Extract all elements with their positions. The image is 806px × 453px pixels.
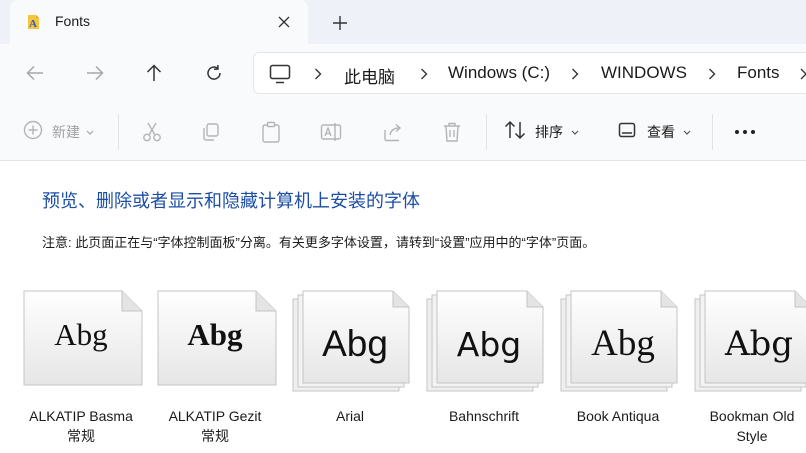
up-arrow-icon[interactable] — [139, 58, 169, 88]
font-name-line: ALKATIP Gezit — [168, 408, 262, 424]
view-layout-icon — [618, 122, 636, 143]
toolbar-separator — [118, 114, 119, 150]
font-name: Arial — [283, 406, 417, 426]
font-item-arial[interactable]: Abg Arial — [283, 289, 417, 453]
view-label: 查看 — [647, 124, 675, 140]
more-options-icon[interactable] — [734, 120, 756, 144]
back-arrow-icon[interactable] — [20, 58, 50, 88]
font-name: ALKATIP Gezit 常规 — [148, 406, 282, 446]
sort-arrows-icon — [504, 120, 526, 145]
paste-icon[interactable] — [261, 120, 281, 144]
new-button[interactable]: 新建 — [23, 120, 94, 144]
chevron-right-icon[interactable] — [311, 65, 325, 83]
copy-icon[interactable] — [201, 120, 221, 144]
font-name: Bookman Old Style — [685, 406, 806, 446]
font-style-line: 常规 — [67, 428, 95, 444]
font-item-book-antiqua[interactable]: Abg Book Antiqua — [551, 289, 685, 453]
font-name: Book Antiqua — [551, 406, 685, 426]
share-icon[interactable] — [382, 120, 404, 144]
font-name: Bahnschrift — [417, 406, 551, 426]
font-item-bookman-old-style[interactable]: Abg Bookman Old Style — [685, 289, 806, 453]
font-sample-text: Abg — [724, 324, 793, 364]
font-preview-thumbnail: Abg — [157, 290, 277, 386]
font-preview-thumbnail: Abg — [426, 290, 544, 392]
font-item-alkatip-gezit[interactable]: Abg ALKATIP Gezit 常规 — [148, 289, 282, 453]
font-sample-text: Abg — [457, 325, 521, 364]
refresh-icon[interactable] — [199, 58, 229, 88]
chevron-down-icon — [86, 123, 94, 141]
sort-button[interactable]: 排序 — [504, 120, 579, 144]
font-preview-thumbnail: Abg — [694, 290, 806, 392]
font-item-alkatip-basma[interactable]: Abg ALKATIP Basma 常规 — [14, 289, 148, 453]
sort-label: 排序 — [535, 124, 563, 140]
font-sample-text: Abg — [591, 323, 655, 364]
font-name-line: Bookman Old — [709, 408, 795, 424]
tab-title: Fonts — [55, 13, 91, 29]
font-style-line: 常规 — [201, 428, 229, 444]
new-tab-plus-icon[interactable] — [327, 10, 353, 36]
font-style-line: Style — [736, 428, 768, 444]
chevron-right-icon[interactable] — [568, 65, 582, 83]
tab-fonts[interactable]: A Fonts — [10, 0, 308, 44]
font-name-line: Arial — [335, 408, 364, 424]
font-name-line: Book Antiqua — [576, 408, 660, 424]
delete-trash-icon[interactable] — [442, 120, 462, 144]
breadcrumb-fonts[interactable]: Fonts — [737, 63, 780, 83]
font-name: ALKATIP Basma 常规 — [14, 406, 148, 446]
add-circle-icon — [23, 120, 43, 145]
chevron-down-icon — [683, 123, 691, 141]
font-name-line: ALKATIP Basma — [29, 408, 133, 424]
chevron-right-icon[interactable] — [417, 65, 431, 83]
toolbar-separator — [712, 114, 713, 150]
toolbar-separator — [486, 114, 487, 150]
font-sample-text: Abg — [187, 317, 243, 352]
close-icon[interactable] — [800, 67, 806, 85]
close-icon[interactable] — [272, 10, 296, 34]
font-preview-thumbnail: Abg — [292, 290, 410, 392]
page-heading: 预览、删除或者显示和隐藏计算机上安装的字体 — [42, 191, 420, 211]
font-preview-thumbnail: Abg — [560, 290, 678, 392]
page-note: 注意: 此页面正在与“字体控制面板”分离。有关更多字体设置，请转到“设置”应用中… — [42, 235, 596, 250]
breadcrumb-windows-drive[interactable]: Windows (C:) — [448, 63, 550, 83]
cut-icon[interactable] — [141, 120, 163, 144]
font-preview-thumbnail: Abg — [23, 290, 143, 386]
fonts-folder-icon: A — [24, 12, 44, 32]
command-bar: 新建 排序 查看 — [0, 102, 806, 161]
this-pc-monitor-icon[interactable] — [269, 64, 291, 89]
svg-text:A: A — [29, 18, 37, 30]
rename-icon[interactable] — [320, 120, 342, 144]
view-button[interactable]: 查看 — [618, 120, 691, 144]
font-sample-text: Abg — [54, 317, 107, 352]
new-label: 新建 — [52, 124, 80, 140]
forward-arrow-icon[interactable] — [80, 58, 110, 88]
chevron-right-icon[interactable] — [705, 65, 719, 83]
chevron-down-icon — [571, 123, 579, 141]
tab-strip: A Fonts — [0, 0, 806, 44]
font-name-line: Bahnschrift — [448, 408, 520, 424]
fonts-content-pane: 预览、删除或者显示和隐藏计算机上安装的字体 注意: 此页面正在与“字体控制面板”… — [0, 161, 806, 453]
navigation-bar: 此电脑 Windows (C:) WINDOWS Fonts — [0, 44, 806, 102]
address-bar[interactable]: 此电脑 Windows (C:) WINDOWS Fonts — [253, 52, 806, 94]
breadcrumb-this-pc[interactable]: 此电脑 — [344, 63, 395, 88]
font-sample-text: Abg — [322, 323, 388, 364]
breadcrumb-windows-folder[interactable]: WINDOWS — [601, 63, 687, 83]
font-item-bahnschrift[interactable]: Abg Bahnschrift — [417, 289, 551, 453]
